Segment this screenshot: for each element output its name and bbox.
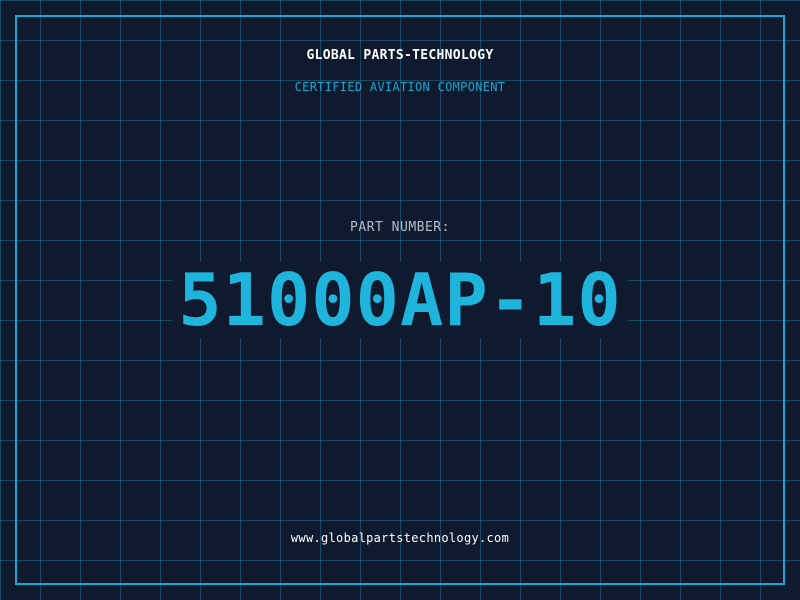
company-name: GLOBAL PARTS-TECHNOLOGY	[306, 48, 494, 63]
part-number-container: 51000AP-10	[0, 262, 800, 338]
part-number-value: 51000AP-10	[172, 262, 628, 338]
certification-tagline: CERTIFIED AVIATION COMPONENT	[294, 80, 506, 94]
website-url: www.globalpartstechnology.com	[290, 531, 510, 545]
part-number-label: PART NUMBER:	[350, 220, 450, 235]
label-card: GLOBAL PARTS-TECHNOLOGY CERTIFIED AVIATI…	[0, 0, 800, 600]
